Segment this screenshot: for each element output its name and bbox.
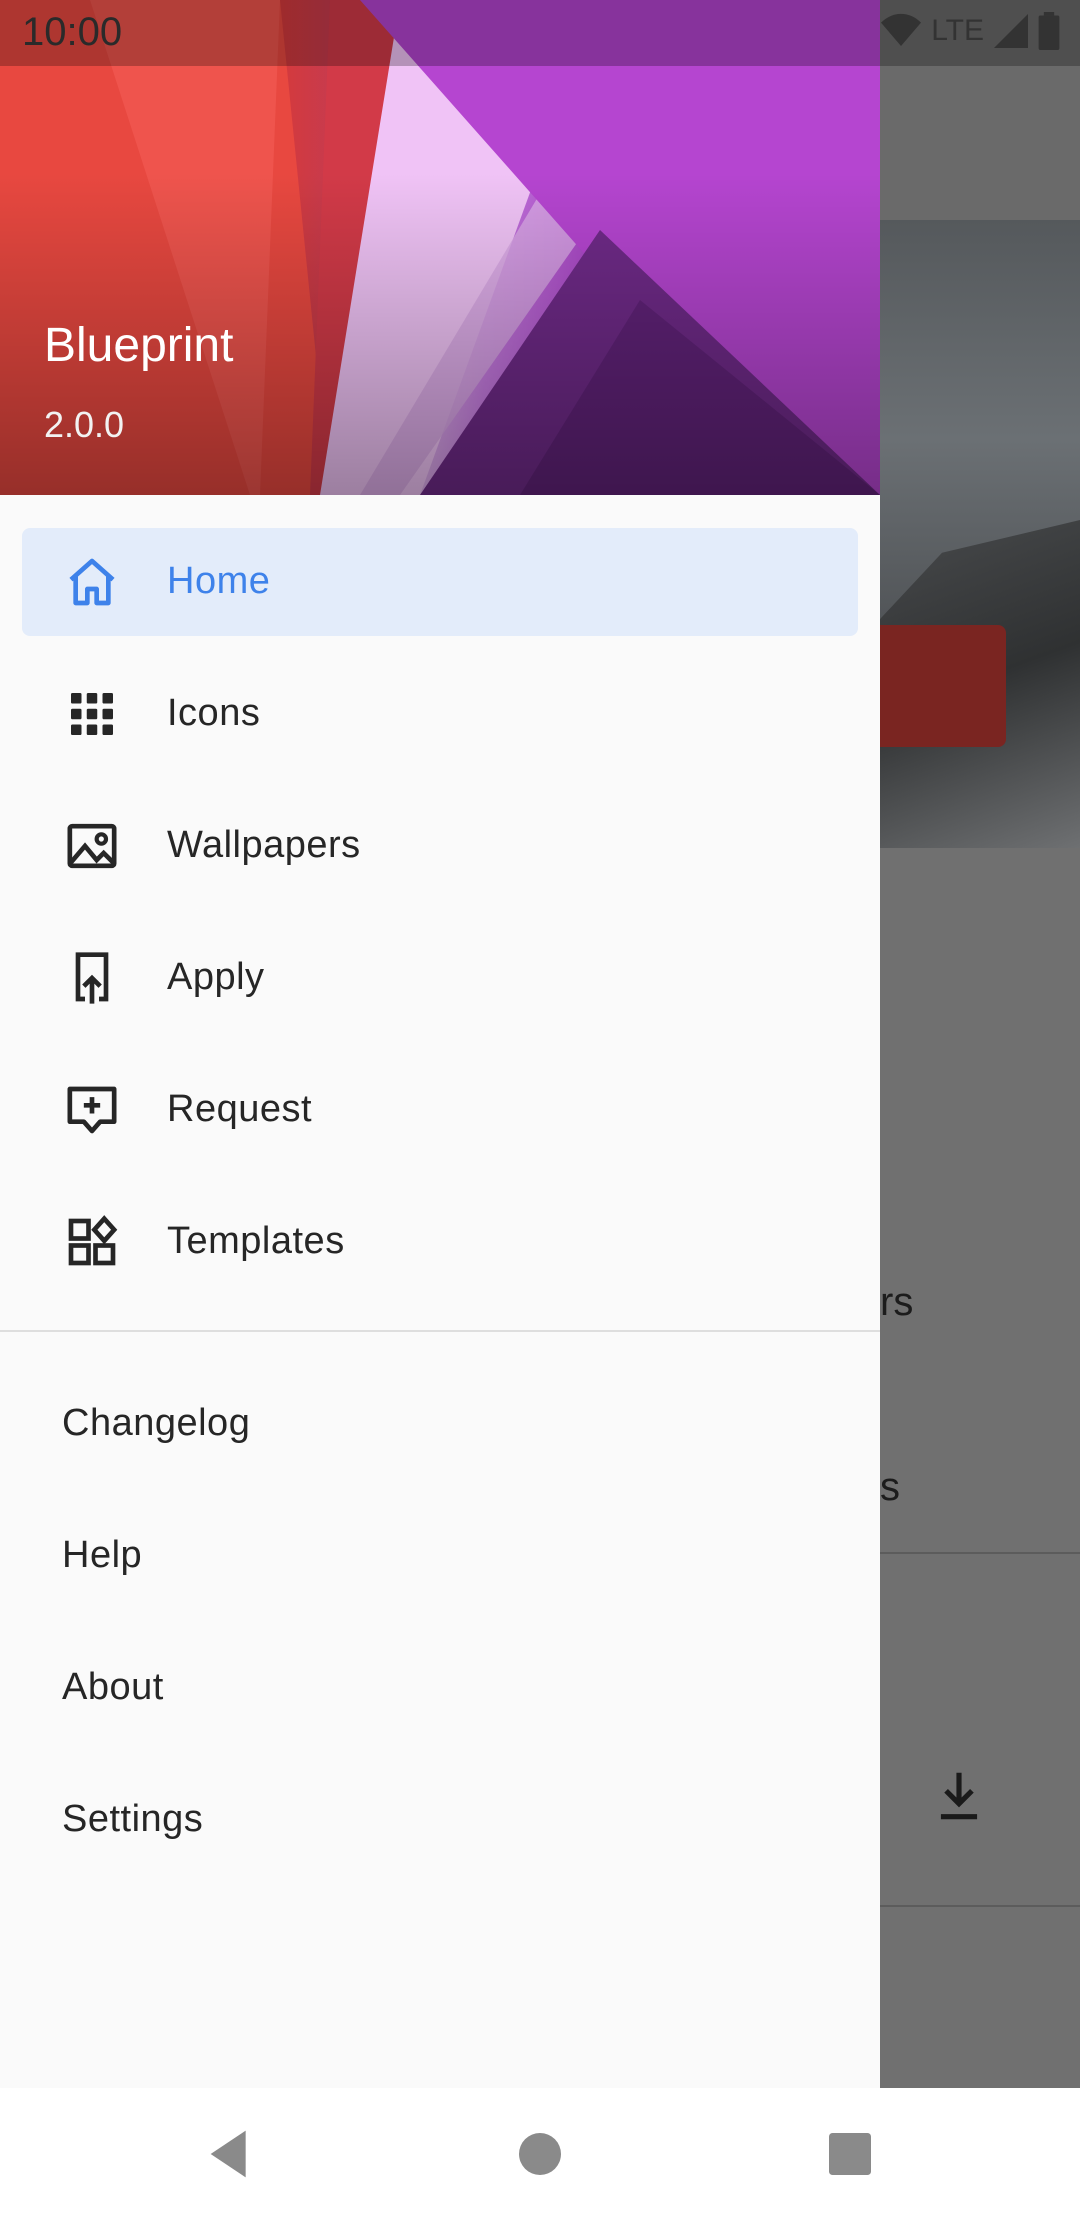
signal-icon bbox=[994, 14, 1028, 48]
network-type-label: LTE bbox=[931, 14, 984, 47]
drawer-item-label: Icons bbox=[167, 692, 261, 734]
apps-grid-icon bbox=[71, 693, 113, 735]
drawer-divider bbox=[0, 1330, 880, 1332]
drawer-item-about[interactable]: About bbox=[0, 1634, 880, 1742]
download-icon bbox=[940, 1772, 978, 1820]
drawer-item-changelog[interactable]: Changelog bbox=[0, 1370, 880, 1478]
navigation-drawer: Blueprint 2.0.0 Home Icons Wallpapers Ap… bbox=[0, 0, 880, 2088]
drawer-app-version: 2.0.0 bbox=[44, 404, 125, 445]
drawer-item-label: About bbox=[62, 1666, 164, 1708]
drawer-item-label: Help bbox=[62, 1534, 143, 1576]
status-icons: LTE bbox=[881, 12, 1060, 50]
system-navigation-bar bbox=[0, 2088, 1080, 2220]
battery-icon bbox=[1038, 12, 1060, 50]
recents-icon[interactable] bbox=[822, 2126, 878, 2182]
home-icon bbox=[69, 558, 115, 606]
drawer-item-wallpapers[interactable]: Wallpapers bbox=[22, 792, 858, 900]
wifi-icon bbox=[881, 13, 922, 46]
status-bar: 10:00 LTE bbox=[0, 0, 1080, 66]
drawer-header: Blueprint 2.0.0 bbox=[0, 0, 880, 495]
templates-icon bbox=[68, 1215, 118, 1266]
drawer-item-label: Templates bbox=[167, 1220, 345, 1262]
background-text-1: rs bbox=[880, 1280, 914, 1324]
drawer-item-label: Apply bbox=[167, 956, 265, 998]
apply-icon bbox=[75, 952, 109, 1004]
drawer-item-apply[interactable]: Apply bbox=[22, 924, 858, 1032]
back-icon[interactable] bbox=[199, 2126, 255, 2182]
image-icon bbox=[67, 823, 117, 869]
drawer-item-label: Home bbox=[167, 560, 271, 602]
drawer-item-help[interactable]: Help bbox=[0, 1502, 880, 1610]
background-text-2: s bbox=[880, 1465, 900, 1509]
drawer-item-label: Settings bbox=[62, 1798, 204, 1840]
background-divider bbox=[860, 1552, 1080, 1554]
drawer-item-label: Wallpapers bbox=[167, 824, 361, 866]
drawer-item-label: Changelog bbox=[62, 1402, 251, 1444]
drawer-item-home[interactable]: Home bbox=[22, 528, 858, 636]
status-time: 10:00 bbox=[22, 10, 123, 54]
drawer-item-label: Request bbox=[167, 1088, 313, 1130]
request-icon bbox=[67, 1086, 117, 1134]
home-circle-icon[interactable] bbox=[512, 2126, 568, 2182]
drawer-item-settings[interactable]: Settings bbox=[0, 1766, 880, 1874]
header-artwork bbox=[0, 0, 880, 495]
background-divider bbox=[860, 1905, 1080, 1907]
drawer-item-templates[interactable]: Templates bbox=[22, 1188, 858, 1296]
drawer-item-icons[interactable]: Icons bbox=[22, 660, 858, 768]
drawer-item-request[interactable]: Request bbox=[22, 1056, 858, 1164]
drawer-app-title: Blueprint bbox=[44, 319, 234, 372]
